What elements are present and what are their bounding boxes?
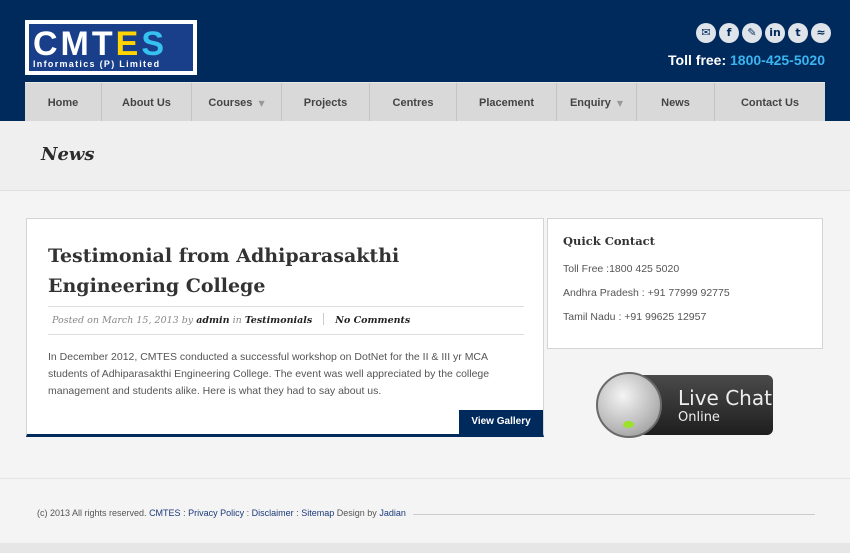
chevron-down-icon: ▼ [616, 99, 624, 108]
design-by: Design by [336, 508, 377, 518]
tollfree: Toll free: 1800-425-5020 [668, 52, 825, 68]
nav-item-projects[interactable]: Projects [282, 83, 370, 123]
nav-item-label: News [661, 97, 690, 109]
footer-rule [413, 514, 815, 515]
nav-item-label: Placement [478, 97, 535, 109]
privacy-policy-link[interactable]: Privacy Policy [188, 508, 244, 518]
footer: (c) 2013 All rights reserved. CMTES : Pr… [37, 508, 406, 518]
facebook-icon[interactable]: f [719, 23, 739, 43]
contact-tamilnadu: Tamil Nadu : +91 99625 12957 [563, 311, 707, 323]
post-meta-posted: Posted on March 15, 2013 by [52, 315, 194, 326]
post-author-link[interactable]: admin [196, 315, 229, 326]
post-meta-in: in [232, 315, 242, 326]
nav-item-home[interactable]: Home [25, 83, 102, 123]
footer-sep: : [183, 508, 186, 518]
news-post: Testimonial from Adhiparasakthi Engineer… [26, 218, 544, 437]
logo-wordmark: CMTES [33, 25, 168, 63]
view-gallery-button[interactable]: View Gallery [459, 410, 543, 434]
site-header: CMTES Informatics (P) Limited ✉ f ✎ in t ≈ To… [0, 0, 850, 123]
nav-item-courses[interactable]: Courses ▼ [192, 83, 282, 123]
nav-item-news[interactable]: News [637, 83, 715, 123]
title-band: News [0, 121, 850, 191]
live-chat-knob-icon [596, 372, 662, 438]
cmtes-logo[interactable]: CMTES Informatics (P) Limited [25, 20, 197, 75]
chevron-down-icon: ▼ [258, 99, 265, 108]
designer-link[interactable]: Jadian [379, 508, 406, 518]
nav-item-label: Home [47, 97, 79, 109]
main-nav: Home About Us Courses ▼ Projects Centres Place… [25, 82, 825, 123]
logo-subtitle: Informatics (P) Limited [33, 59, 161, 69]
post-title[interactable]: Testimonial from Adhiparasakthi Engineer… [48, 241, 518, 301]
rss-icon[interactable]: ≈ [811, 23, 831, 43]
footer-sep: : [246, 508, 250, 518]
online-indicator-icon [623, 421, 634, 428]
disclaimer-link[interactable]: Disclaimer [252, 508, 294, 518]
nav-item-label: Contact Us [740, 97, 800, 109]
nav-item-label: About Us [122, 97, 171, 109]
post-category-link[interactable]: Testimonials [245, 315, 312, 326]
post-meta: Posted on March 15, 2013 by admin in Tes… [48, 306, 524, 335]
contact-andhra: Andhra Pradesh : +91 77999 92775 [563, 287, 730, 299]
twitter-icon[interactable]: t [788, 23, 808, 43]
nav-item-placement[interactable]: Placement [457, 83, 557, 123]
quick-contact-box: Quick Contact Toll Free :1800 425 5020 A… [547, 218, 823, 349]
live-chat-status: Online [678, 410, 720, 425]
footer-cmtes-link[interactable]: CMTES [149, 508, 181, 518]
nav-item-label: Centres [392, 97, 434, 109]
tollfree-number[interactable]: 1800-425-5020 [730, 52, 825, 68]
copyright: (c) 2013 All rights reserved. [37, 508, 147, 518]
footer-sep: : [296, 508, 299, 518]
nav-item-label: Enquiry [569, 97, 611, 109]
nav-item-enquiry[interactable]: Enquiry ▼ [557, 83, 637, 123]
quick-contact-title: Quick Contact [563, 234, 655, 248]
blog-icon[interactable]: ✎ [742, 23, 762, 43]
post-body: In December 2012, CMTES conducted a succ… [48, 351, 490, 397]
nav-item-contact-us[interactable]: Contact Us [715, 83, 825, 123]
nav-item-centres[interactable]: Centres [370, 83, 457, 123]
nav-item-label: Projects [303, 97, 348, 109]
live-chat-label: Live Chat [678, 386, 772, 410]
tollfree-label: Toll free: [668, 52, 727, 68]
nav-item-label: Courses [208, 97, 253, 109]
bottom-strip [0, 543, 850, 553]
social-links: ✉ f ✎ in t ≈ [696, 23, 831, 43]
nav-item-about-us[interactable]: About Us [102, 83, 192, 123]
mail-icon[interactable]: ✉ [696, 23, 716, 43]
post-comments-link[interactable]: No Comments [335, 315, 410, 326]
page-title: News [41, 144, 95, 165]
linkedin-icon[interactable]: in [765, 23, 785, 43]
meta-divider [323, 313, 325, 325]
live-chat-button[interactable]: Live Chat Online [596, 372, 773, 438]
sitemap-link[interactable]: Sitemap [301, 508, 334, 518]
footer-divider [0, 478, 850, 479]
contact-tollfree: Toll Free :1800 425 5020 [563, 263, 680, 275]
